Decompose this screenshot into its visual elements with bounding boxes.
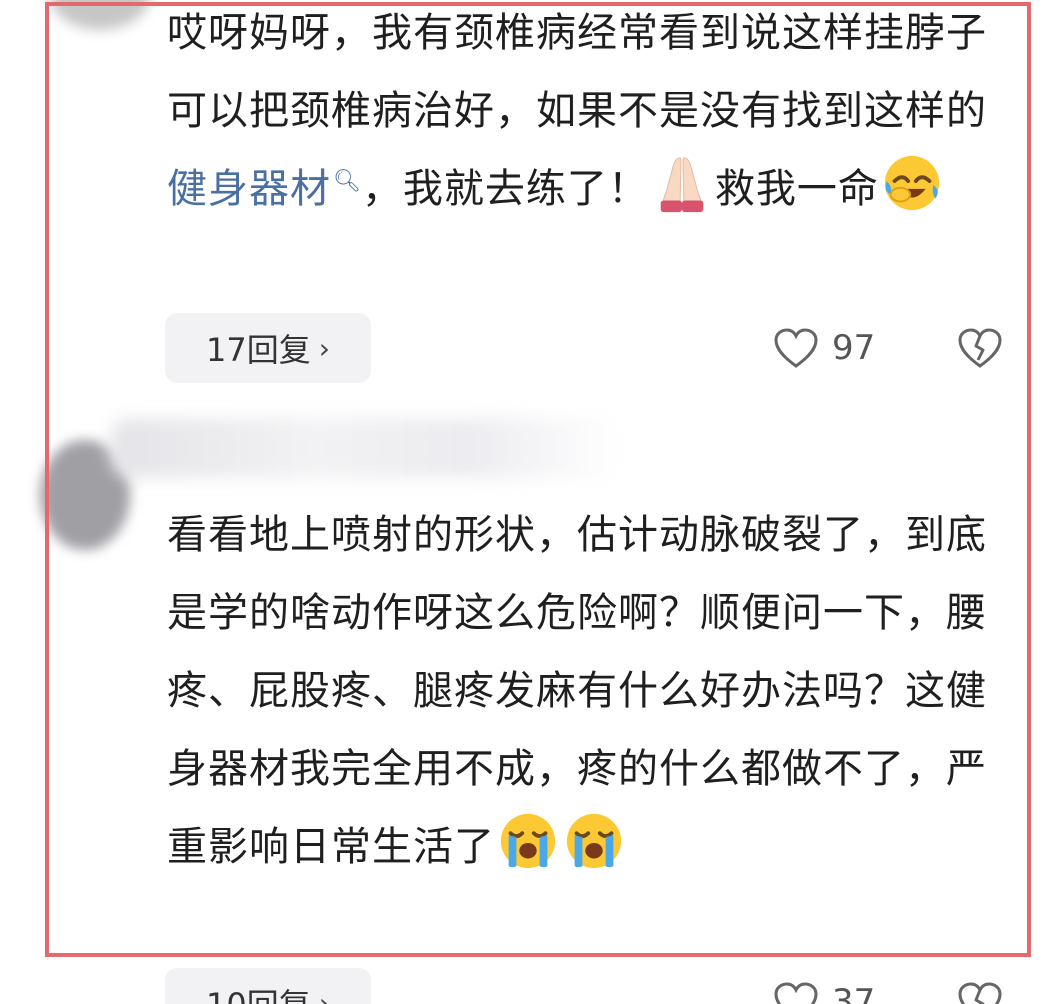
comment-text: 哎呀妈呀，我有颈椎病经常看到说这样挂脖子可以把颈椎病治好，如果不是没有找到这样的… <box>167 0 997 228</box>
comment-text-part: 救我一命 <box>714 166 879 212</box>
like-count: 97 <box>832 328 876 368</box>
heart-icon <box>774 982 818 1004</box>
heart-icon <box>774 328 818 368</box>
chevron-right-icon: › <box>318 331 330 365</box>
rolling-laughing-emoji <box>884 155 940 211</box>
view-replies-button[interactable]: 10回复 › <box>165 968 371 1004</box>
folded-hands-emoji <box>660 157 704 213</box>
keyword-link[interactable]: 健身器材 <box>167 166 331 212</box>
reply-count-label: 17回复 <box>206 331 311 369</box>
comment-text-part: 哎呀妈呀，我有颈椎病经常看到说这样挂脖子可以把颈椎病治好，如果不是没有找到这样的 <box>167 10 987 134</box>
reply-count-label: 10回复 <box>206 980 311 1004</box>
loudly-crying-emoji <box>566 813 622 869</box>
comment-text-part: ，我就去练了！ <box>361 166 649 212</box>
commenter-avatar[interactable] <box>50 0 150 30</box>
comment-feed: 哎呀妈呀，我有颈椎病经常看到说这样挂脖子可以把颈椎病治好，如果不是没有找到这样的… <box>0 0 1052 1004</box>
broken-heart-icon <box>958 982 1002 1004</box>
blurred-username <box>110 418 620 478</box>
like-count: 37 <box>832 982 876 1004</box>
view-replies-button[interactable]: 17回复 › <box>165 313 371 383</box>
like-button[interactable]: 97 <box>772 326 875 370</box>
comment-text: 看看地上喷射的形状，估计动脉破裂了，到底是学的啥动作呀这么危险啊？顺便问一下，腰… <box>167 496 997 886</box>
dislike-button[interactable] <box>956 980 1004 1004</box>
loudly-crying-emoji <box>500 813 556 869</box>
chevron-right-icon: › <box>318 986 330 1004</box>
search-icon[interactable]: 🔍︎ <box>333 170 362 193</box>
like-button[interactable]: 37 <box>772 980 875 1004</box>
broken-heart-icon <box>958 328 1002 368</box>
dislike-button[interactable] <box>956 326 1004 374</box>
